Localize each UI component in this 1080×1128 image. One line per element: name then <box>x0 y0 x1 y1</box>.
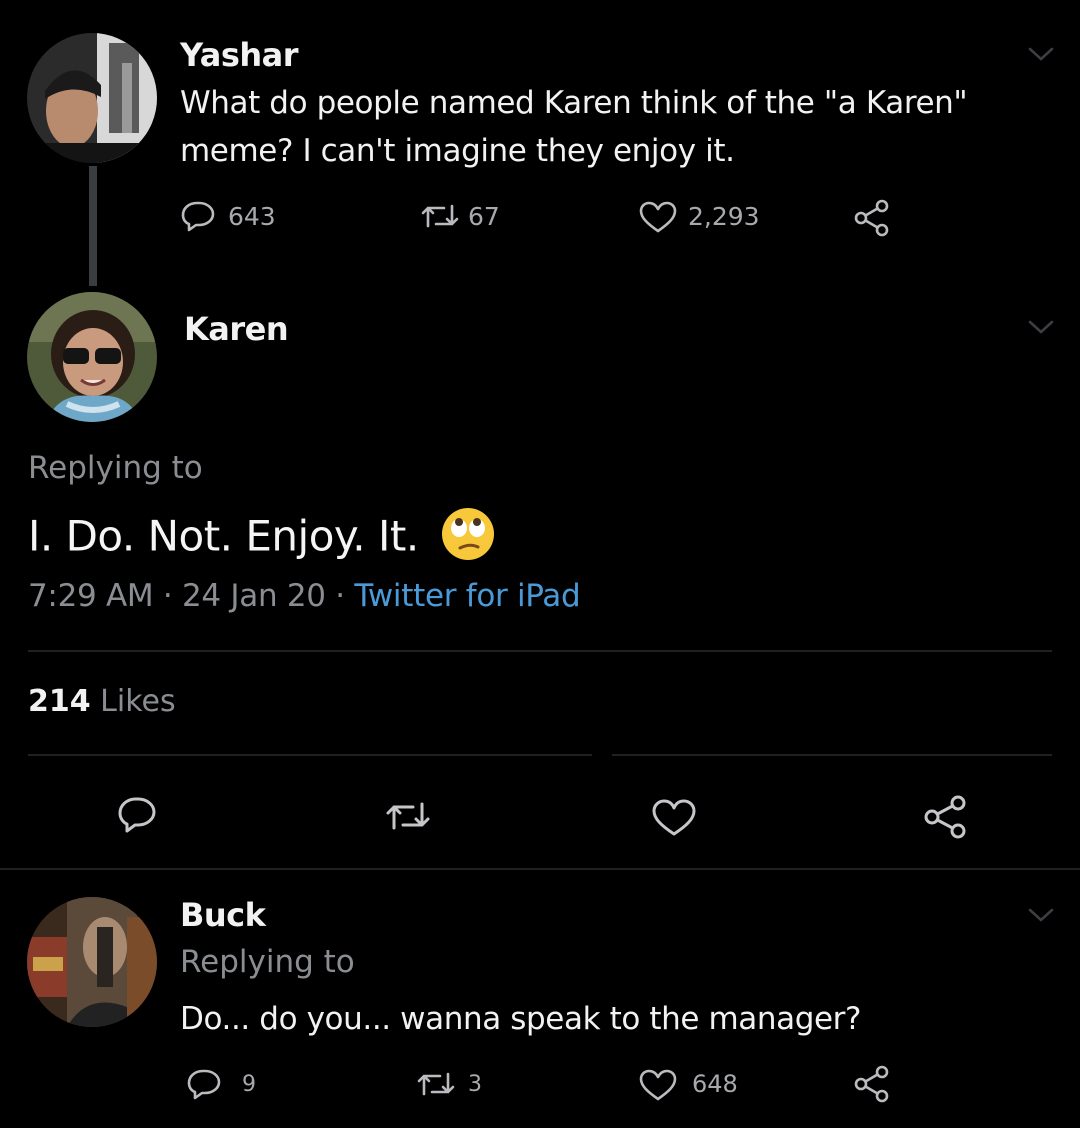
retweet-icon[interactable] <box>385 798 431 834</box>
face-with-rolling-eyes-emoji <box>440 506 496 572</box>
tweet1-reply-count: 643 <box>228 202 276 231</box>
tweet3-menu-chevron-icon[interactable] <box>1026 905 1056 925</box>
divider <box>0 868 1080 870</box>
tweet2-author-name[interactable]: Karen <box>184 310 289 348</box>
divider <box>612 754 1052 756</box>
tweet2-likes-count: 214 <box>28 684 91 719</box>
tweet2-source-link[interactable]: Twitter for iPad <box>354 578 580 614</box>
tweet2-replying-to: Replying to <box>28 450 203 486</box>
tweet2-date: 24 Jan 20 <box>182 578 326 614</box>
reply-icon[interactable] <box>116 796 158 834</box>
heart-icon[interactable] <box>651 798 697 838</box>
tweet3-text: Do... do you... wanna speak to the manag… <box>180 1001 862 1037</box>
tweet3-replying-to: Replying to <box>180 944 355 980</box>
retweet-icon[interactable] <box>420 200 460 232</box>
tweet2-time: 7:29 AM <box>28 578 154 614</box>
yashar-avatar[interactable] <box>27 33 157 163</box>
divider <box>28 754 592 756</box>
tweet1-author-name[interactable]: Yashar <box>180 36 299 74</box>
tweet2-text-content: I. Do. Not. Enjoy. It. <box>28 511 419 561</box>
reply-icon[interactable] <box>180 200 216 232</box>
thread-connector-line <box>89 166 97 286</box>
tweet2-likes-label: Likes <box>100 684 176 719</box>
tweet3-reply-count: 9 <box>242 1072 256 1097</box>
tweet3-retweet-count: 3 <box>468 1072 482 1097</box>
tweet2-meta: 7:29 AM · 24 Jan 20 · Twitter for iPad <box>28 578 581 614</box>
retweet-icon[interactable] <box>416 1068 456 1100</box>
tweet1-like-count: 2,293 <box>688 202 760 231</box>
twitter-thread-screen: Yashar What do people named Karen think … <box>0 0 1080 1128</box>
tweet2-text: I. Do. Not. Enjoy. It. <box>28 506 496 572</box>
karen-avatar[interactable] <box>27 292 157 422</box>
tweet1-retweet-count: 67 <box>468 202 500 231</box>
tweet3-author-name[interactable]: Buck <box>180 896 266 934</box>
heart-icon[interactable] <box>638 1068 678 1102</box>
reply-icon[interactable] <box>186 1068 222 1100</box>
share-icon[interactable] <box>852 198 892 238</box>
buck-avatar[interactable] <box>27 897 157 1027</box>
share-icon[interactable] <box>852 1064 892 1104</box>
tweet1-text-line2: meme? I can't imagine they enjoy it. <box>180 133 735 169</box>
tweet3-like-count: 648 <box>692 1070 738 1098</box>
tweet1-text-line1: What do people named Karen think of the … <box>180 85 968 121</box>
heart-icon[interactable] <box>638 200 678 234</box>
tweet2-meta-separator-2: · <box>325 578 355 614</box>
share-icon[interactable] <box>922 794 970 840</box>
tweet1-menu-chevron-icon[interactable] <box>1026 44 1056 64</box>
tweet2-meta-separator: · <box>153 578 182 614</box>
divider <box>28 650 1052 652</box>
tweet2-likes-summary[interactable]: 214 Likes <box>28 684 176 719</box>
tweet2-menu-chevron-icon[interactable] <box>1026 317 1056 337</box>
